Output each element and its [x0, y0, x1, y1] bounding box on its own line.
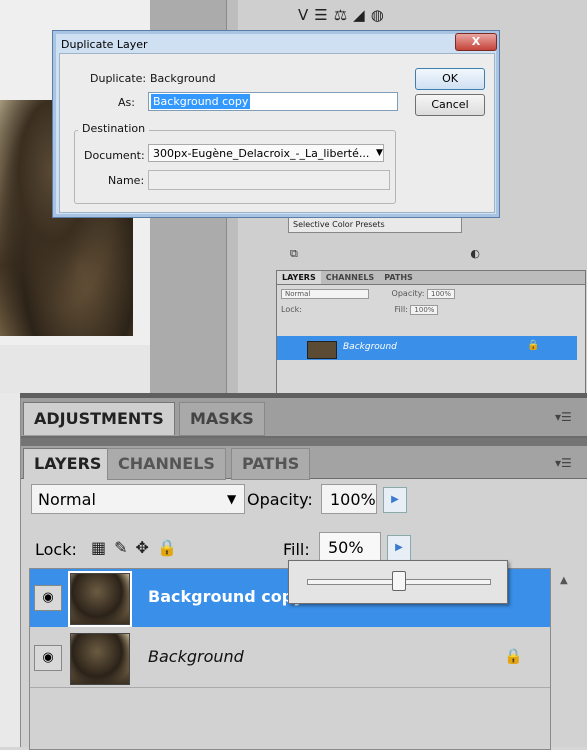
as-input-value: Background copy	[151, 94, 251, 109]
photoshop-workspace-top: V☰⚖◢◍ Selective Color Presets ⧉ ◐ LAYERS …	[0, 0, 587, 393]
small-fill-label: Fill:	[394, 305, 408, 314]
small-layer-row[interactable]: Background 🔒	[277, 336, 577, 360]
name-input[interactable]	[148, 170, 390, 190]
layer-name[interactable]: Background	[148, 647, 244, 666]
tab-adjustments[interactable]: ADJUSTMENTS	[23, 402, 175, 435]
tab-layers[interactable]: LAYERS	[23, 448, 113, 479]
flyout-arrow-icon[interactable]: ▶	[387, 535, 411, 561]
lock-pixels-icon[interactable]: ✎	[114, 538, 135, 557]
ok-button[interactable]: OK	[415, 68, 485, 90]
flyout-arrow-icon[interactable]: ▶	[383, 487, 407, 513]
small-opacity-field[interactable]: 100%	[426, 289, 455, 299]
eye-icon[interactable]: ◉	[34, 645, 62, 671]
gradient-icon[interactable]: ◢	[353, 6, 371, 24]
layer-name[interactable]: Background copy	[148, 587, 304, 606]
small-opacity-label: Opacity:	[391, 289, 425, 298]
blend-mode-select[interactable]: Normal	[31, 484, 245, 514]
layers-tabbar: LAYERS CHANNELS PATHS	[21, 446, 587, 480]
curves-icon[interactable]: ☰	[314, 6, 333, 24]
fill-slider-popup[interactable]	[288, 560, 508, 604]
small-tab-paths[interactable]: PATHS	[379, 271, 418, 284]
small-layers-panel: LAYERS CHANNELS PATHS Normal Opacity: 10…	[276, 270, 586, 393]
close-button[interactable]: X	[455, 33, 497, 51]
duplicate-label: Duplicate:	[90, 72, 147, 85]
layer-thumbnail	[70, 633, 130, 685]
cancel-button[interactable]: Cancel	[415, 94, 485, 116]
as-label: As:	[118, 96, 135, 109]
tab-masks[interactable]: MASKS	[179, 402, 265, 436]
panel-menu-icon[interactable]: ▾☰	[555, 410, 572, 424]
selective-color-icon[interactable]: ◍	[371, 6, 390, 24]
scroll-up-icon[interactable]: ▲	[560, 575, 568, 586]
duplicate-value: Background	[150, 72, 216, 85]
small-blend-row: Normal Opacity: 100%	[277, 285, 585, 303]
tab-paths[interactable]: PATHS	[231, 448, 311, 480]
layer-thumbnail	[68, 571, 132, 627]
dialog-title: Duplicate Layer	[61, 38, 148, 51]
lock-options: ▦✎✥🔒	[91, 538, 185, 557]
chevron-down-icon[interactable]: ▼	[376, 144, 383, 162]
document-select[interactable]: 300px-Eugène_Delacroix_-_La_liberté...	[148, 144, 384, 162]
fill-label: Fill:	[283, 540, 310, 559]
dialog-body: Duplicate: Background As: Background cop…	[59, 53, 495, 213]
opacity-label: Opacity:	[247, 490, 313, 509]
lock-transparent-icon[interactable]: ▦	[91, 538, 114, 557]
lock-icon: 🔒	[504, 647, 523, 665]
small-panel-icon-row: ⧉ ◐	[290, 247, 480, 261]
document-label: Document:	[84, 149, 145, 162]
panel-menu-icon[interactable]: ▾☰	[555, 456, 572, 470]
lock-icon: 🔒	[527, 340, 540, 351]
destination-legend: Destination	[78, 122, 150, 135]
small-tab-layers[interactable]: LAYERS	[277, 271, 321, 284]
opacity-input[interactable]: 100%	[321, 484, 377, 514]
as-input[interactable]: Background copy	[148, 92, 398, 111]
fill-input[interactable]: 50%	[319, 532, 381, 562]
destination-group	[74, 130, 396, 204]
chevron-down-icon[interactable]: ▼	[227, 484, 236, 514]
fill-slider-thumb[interactable]	[392, 571, 406, 591]
eye-icon[interactable]: ◉	[34, 585, 62, 611]
adjustment-icons-row[interactable]: V☰⚖◢◍	[298, 6, 390, 24]
lock-all-icon[interactable]: 🔒	[157, 538, 185, 557]
layer-row[interactable]: ◉ Background	[30, 629, 550, 688]
balance-icon[interactable]: ⚖	[334, 6, 353, 24]
left-margin-strip	[0, 393, 20, 747]
lock-position-icon[interactable]: ✥	[136, 538, 157, 557]
lock-label: Lock:	[35, 540, 77, 559]
small-layer-name: Background	[343, 342, 397, 352]
small-fill-field[interactable]: 100%	[410, 305, 439, 315]
duplicate-layer-dialog: Duplicate Layer X Duplicate: Background …	[52, 30, 500, 218]
adjustments-tabbar: ADJUSTMENTS MASKS ▾☰	[21, 398, 587, 438]
small-tab-channels[interactable]: CHANNELS	[321, 271, 379, 284]
small-layers-tabs: LAYERS CHANNELS PATHS	[277, 271, 585, 285]
tab-channels[interactable]: CHANNELS	[107, 448, 226, 480]
small-layer-thumbnail	[307, 341, 337, 359]
mask-icon[interactable]: ⧉	[290, 247, 298, 261]
visibility-toggle-icon[interactable]: ◐	[470, 247, 480, 261]
levels-icon[interactable]: V	[298, 6, 314, 24]
name-label: Name:	[108, 174, 145, 187]
small-blend-select[interactable]: Normal	[281, 289, 369, 299]
panel-separator	[21, 438, 587, 446]
small-lock-label: Lock:	[281, 305, 302, 314]
selective-color-presets[interactable]: Selective Color Presets	[288, 217, 462, 233]
small-lock-row: Lock: Fill: 100%	[277, 303, 585, 317]
